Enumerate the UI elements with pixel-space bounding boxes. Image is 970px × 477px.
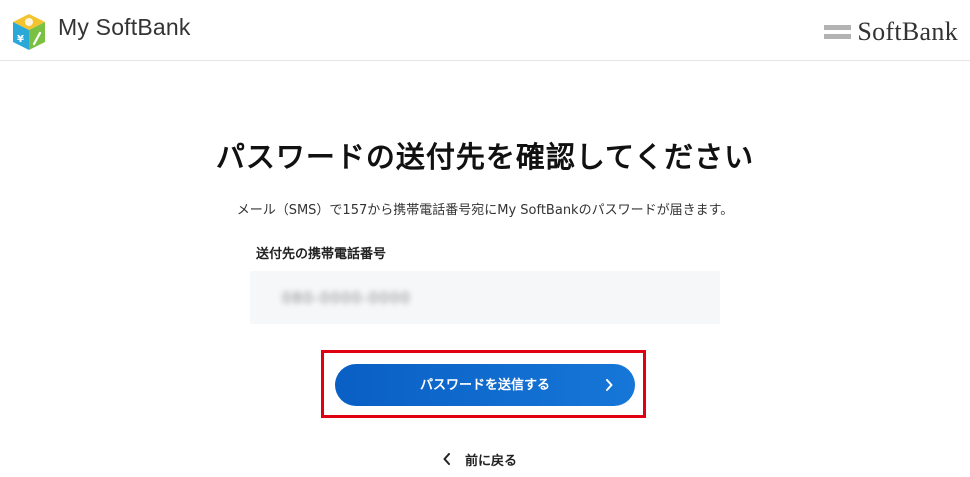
- app-name: My SoftBank: [58, 14, 191, 40]
- send-password-button-label: パスワードを送信する: [419, 377, 550, 392]
- svg-text:¥: ¥: [17, 34, 24, 45]
- phone-number-field: 080-0000-0000: [250, 271, 720, 324]
- brand-name: SoftBank: [857, 17, 958, 46]
- softbank-brand: SoftBank: [824, 17, 958, 46]
- send-password-button[interactable]: パスワードを送信する: [335, 364, 635, 406]
- page-description: メール（SMS）で157から携帯電話番号宛にMy SoftBankのパスワードが…: [236, 203, 734, 218]
- phone-field-label: 送付先の携帯電話番号: [256, 247, 387, 262]
- chevron-right-icon: [606, 379, 613, 391]
- chevron-left-icon: [443, 453, 450, 465]
- my-softbank-cube-icon: ¥: [13, 14, 45, 50]
- phone-number-value: 080-0000-0000: [282, 289, 411, 307]
- back-link-label: 前に戻る: [465, 453, 518, 469]
- page-title: パスワードの送付先を確認してください: [215, 140, 755, 174]
- softbank-double-bar-icon: [824, 25, 852, 39]
- back-link[interactable]: 前に戻る: [443, 449, 517, 469]
- header: ¥ My SoftBank SoftBank: [0, 0, 970, 61]
